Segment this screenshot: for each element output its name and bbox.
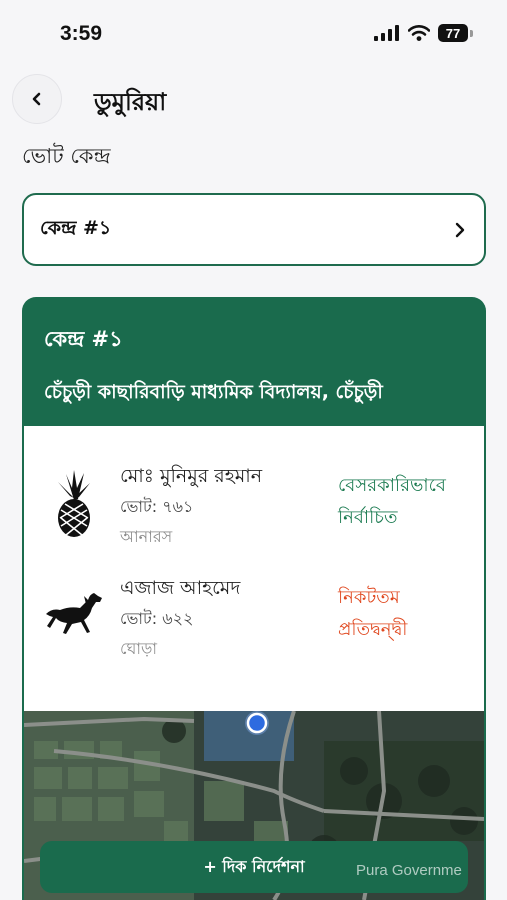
card-title: কেন্দ্র #১ [44,327,123,351]
candidate-status: নিকটতম প্রতিদ্বন্দ্বী [338,587,408,640]
candidate-row: এজাজ আহমেদ ভোট: ৬২২ ঘোড়া নিকটতম প্রতিদ্… [24,568,484,680]
status-icons: 77 [374,24,473,42]
section-label: ভোট কেন্দ্র [22,144,111,168]
signal-icon [374,25,399,41]
candidate-symbol-name: আনারস [120,527,173,546]
center-select-value: কেন্দ্র #১ [40,216,112,239]
candidate-votes: ভোট: ৭৬১ [120,497,194,516]
status-bar: 3:59 77 [0,0,507,68]
card-header: কেন্দ্র #১ চেঁচুড়ী কাছারিবাড়ি মাধ্যমিক… [22,297,486,426]
card-subtitle: চেঁচুড়ী কাছারিবাড়ি মাধ্যমিক বিদ্যালয়,… [44,381,383,403]
candidate-symbol-name: ঘোড়া [120,639,158,658]
battery-icon: 77 [438,24,468,42]
back-button[interactable] [12,74,62,124]
pineapple-icon [58,470,90,537]
chevron-right-icon [455,222,465,237]
header: ডুমুরিয়া [0,70,507,130]
candidate-name: মোঃ মুনিমুর রহমান [120,465,263,487]
candidate-list: মোঃ মুনিমুর রহমান ভোট: ৭৬১ আনারস বেসরকার… [24,426,484,711]
battery-tip [470,29,473,37]
page-title: ডুমুরিয়া [94,88,167,116]
candidate-row: মোঃ মুনিমুর রহমান ভোট: ৭৬১ আনারস বেসরকার… [24,456,484,568]
result-card: কেন্দ্র #১ চেঁচুড়ী কাছারিবাড়ি মাধ্যমিক… [22,297,486,900]
candidate-name: এজাজ আহমেদ [120,577,241,599]
chevron-left-icon [32,92,41,106]
candidate-votes: ভোট: ৬২২ [120,609,194,628]
candidate-status: বেসরকারিভাবে নির্বাচিত [338,475,446,528]
center-select[interactable]: কেন্দ্র #১ [22,193,486,266]
wifi-icon [408,25,430,41]
map-attribution: Pura Governme [356,862,462,879]
horse-icon [46,593,102,634]
status-time: 3:59 [60,22,103,45]
